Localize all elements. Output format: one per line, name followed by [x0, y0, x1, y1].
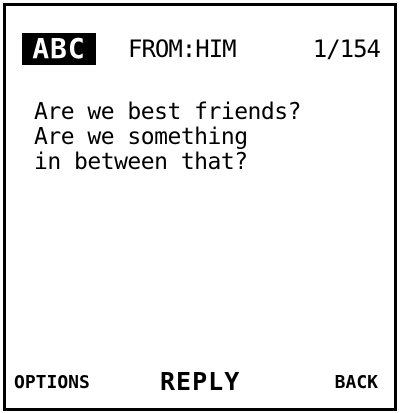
- input-mode-badge: ABC: [22, 33, 96, 65]
- message-line: in between that?: [34, 149, 248, 175]
- message-counter: 1/154: [312, 35, 381, 63]
- message-line: Are we something: [34, 124, 248, 150]
- message-line: Are we best friends?: [34, 99, 301, 125]
- message-body: Are we best friends? Are we something in b…: [34, 100, 374, 175]
- back-softkey[interactable]: BACK: [335, 372, 378, 393]
- sender-label: FROM:HIM: [128, 35, 237, 63]
- message-header: ABC FROM:HIM 1/154: [6, 6, 394, 76]
- options-softkey[interactable]: OPTIONS: [14, 372, 90, 393]
- reply-softkey[interactable]: REPLY: [160, 367, 240, 396]
- phone-screen: ABC FROM:HIM 1/154 Are we best friends? A…: [3, 3, 397, 411]
- softkey-bar: OPTIONS REPLY BACK: [6, 366, 394, 396]
